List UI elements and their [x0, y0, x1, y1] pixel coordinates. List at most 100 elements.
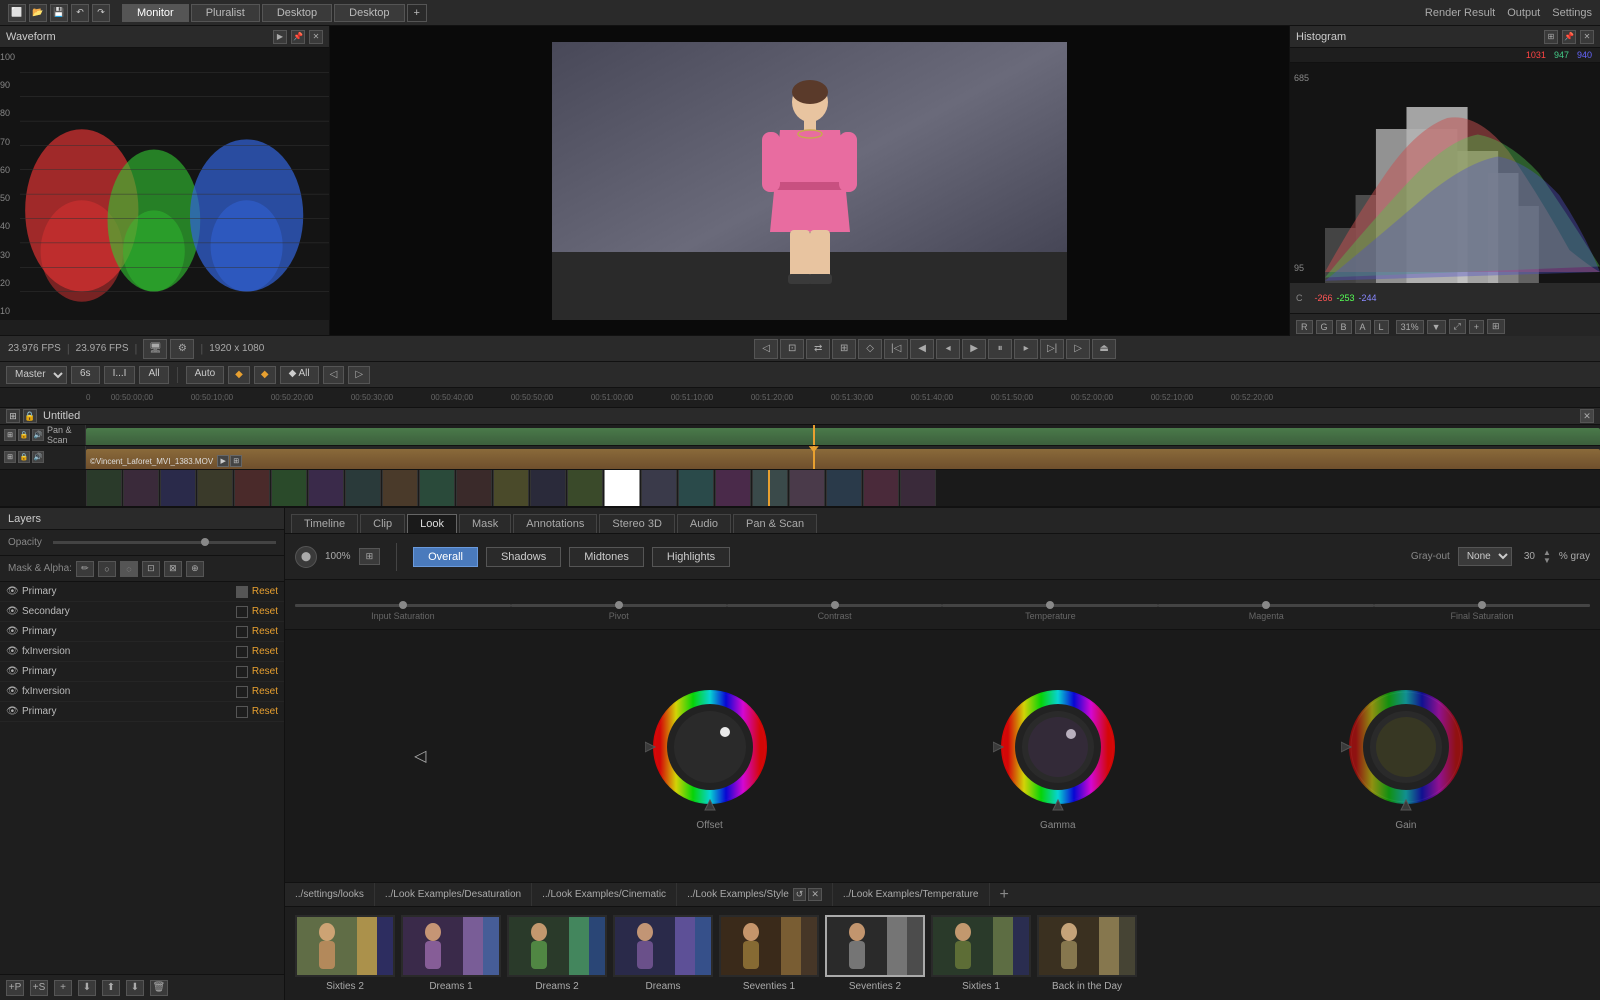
- track-visibility-1[interactable]: ⊞: [4, 429, 16, 441]
- track-content-pan-scan[interactable]: [86, 425, 1600, 445]
- look-tab-add[interactable]: +: [990, 884, 1019, 906]
- color-scope-icon[interactable]: ⬤: [295, 546, 317, 568]
- layer-item-0[interactable]: 👁 Primary Reset: [0, 582, 284, 602]
- layer-check-1[interactable]: [236, 606, 248, 618]
- tab-monitor[interactable]: Monitor: [122, 4, 189, 22]
- layer-check-0[interactable]: [236, 586, 248, 598]
- move-down-btn[interactable]: ⬇: [126, 980, 144, 996]
- layer-check-6[interactable]: [236, 706, 248, 718]
- tab-desktop-1[interactable]: Desktop: [262, 4, 332, 22]
- pb-end-btn[interactable]: ◇: [858, 339, 882, 359]
- look-tab-cinematic[interactable]: ../Look Examples/Cinematic: [532, 883, 677, 907]
- look-tab-temperature[interactable]: ../Look Examples/Temperature: [833, 883, 990, 907]
- pb-mark-in-btn[interactable]: ◁: [754, 339, 778, 359]
- pb-prev-marker[interactable]: |◁: [884, 339, 908, 359]
- layer-reset-5[interactable]: Reset: [252, 686, 278, 697]
- all-marks-btn[interactable]: ◆ All: [280, 366, 319, 384]
- render-result-link[interactable]: Render Result: [1425, 7, 1495, 19]
- layer-item-3[interactable]: 👁 fxInversion Reset: [0, 642, 284, 662]
- tab-pan-scan[interactable]: Pan & Scan: [733, 514, 817, 533]
- temperature-track[interactable]: [942, 604, 1158, 607]
- hist-zoom-select[interactable]: 31%: [1396, 320, 1424, 334]
- move-up-btn[interactable]: ⬆: [102, 980, 120, 996]
- track-audio-1[interactable]: 🔊: [32, 429, 44, 441]
- track-lock-1[interactable]: 🔒: [18, 429, 30, 441]
- layer-check-3[interactable]: [236, 646, 248, 658]
- tab-stereo3d[interactable]: Stereo 3D: [599, 514, 675, 533]
- look-item-dreams1[interactable]: Dreams 1: [401, 915, 501, 992]
- mask-btn-5[interactable]: ⊠: [164, 561, 182, 577]
- mask-btn-2[interactable]: ○: [98, 561, 116, 577]
- import-btn[interactable]: ⬇: [78, 980, 96, 996]
- magenta-track[interactable]: [1158, 604, 1374, 607]
- midtones-btn[interactable]: Midtones: [569, 547, 644, 567]
- add-btn[interactable]: +: [54, 980, 72, 996]
- layer-reset-3[interactable]: Reset: [252, 646, 278, 657]
- add-p-btn[interactable]: +P: [6, 980, 24, 996]
- final-sat-track[interactable]: [1374, 604, 1590, 607]
- scope-grid-btn[interactable]: ⊞: [359, 548, 381, 565]
- pb-jump-end[interactable]: ▷: [1066, 339, 1090, 359]
- diamond-btn[interactable]: ◆: [228, 366, 250, 384]
- pb-next-marker[interactable]: ▷|: [1040, 339, 1064, 359]
- diamond2-btn[interactable]: ◆: [254, 366, 276, 384]
- pb-step-back-btn[interactable]: ◀: [910, 339, 934, 359]
- settings-link[interactable]: Settings: [1552, 7, 1592, 19]
- hist-r-btn[interactable]: R: [1296, 320, 1313, 334]
- tab-audio[interactable]: Audio: [677, 514, 731, 533]
- layer-reset-0[interactable]: Reset: [252, 586, 278, 597]
- pb-match-btn[interactable]: ⊞: [832, 339, 856, 359]
- wheel-gain-svg[interactable]: [1341, 682, 1471, 812]
- look-item-sixties1[interactable]: Sixties 1: [931, 915, 1031, 992]
- waveform-play-btn[interactable]: ▶: [273, 30, 287, 44]
- all-btn[interactable]: All: [139, 366, 168, 384]
- prev-btn[interactable]: ◁: [323, 366, 345, 384]
- hist-grid-btn[interactable]: ⊞: [1487, 319, 1505, 334]
- tab-look[interactable]: Look: [407, 514, 457, 533]
- layer-item-2[interactable]: 👁 Primary Reset: [0, 622, 284, 642]
- contrast-track[interactable]: [727, 604, 943, 607]
- hist-expand2-btn[interactable]: ⤢: [1449, 319, 1466, 334]
- pb-fwd-frame[interactable]: ▸: [1014, 339, 1038, 359]
- waveform-close-btn[interactable]: ✕: [309, 30, 323, 44]
- add-s-btn[interactable]: +S: [30, 980, 48, 996]
- mask-btn-4[interactable]: ⊡: [142, 561, 160, 577]
- wheels-prev-btn[interactable]: ◁: [414, 746, 426, 766]
- layer-item-6[interactable]: 👁 Primary Reset: [0, 702, 284, 722]
- look-tab-settings[interactable]: ../settings/looks: [285, 883, 375, 907]
- settings-small-icon[interactable]: ⚙: [170, 339, 194, 359]
- look-item-dreams2[interactable]: Dreams 2: [507, 915, 607, 992]
- layer-item-1[interactable]: 👁 Secondary Reset: [0, 602, 284, 622]
- hist-close-btn[interactable]: ✕: [1580, 30, 1594, 44]
- mask-btn-3[interactable]: ◌: [120, 561, 138, 577]
- input-sat-track[interactable]: [295, 604, 511, 607]
- hist-b-btn[interactable]: B: [1336, 320, 1352, 334]
- look-item-back-in-the-day[interactable]: Back in the Day: [1037, 915, 1137, 992]
- tab-desktop-2[interactable]: Desktop: [334, 4, 404, 22]
- layer-check-4[interactable]: [236, 666, 248, 678]
- gray-out-select[interactable]: None: [1458, 547, 1512, 566]
- percent-stepper[interactable]: ▲ ▼: [1543, 549, 1551, 565]
- look-item-seventies1[interactable]: Seventies 1: [719, 915, 819, 992]
- layer-item-5[interactable]: 👁 fxInversion Reset: [0, 682, 284, 702]
- track-content-video[interactable]: ©Vincent_Laforet_MVI_1383.MOV ▶ ⊞: [86, 446, 1600, 468]
- track-lock-2[interactable]: 🔒: [18, 451, 30, 463]
- layer-reset-6[interactable]: Reset: [252, 706, 278, 717]
- next-btn[interactable]: ▷: [348, 366, 370, 384]
- delete-layer-btn[interactable]: 🗑: [150, 980, 168, 996]
- duration-btn[interactable]: 6s: [71, 366, 100, 384]
- pb-export-btn[interactable]: ⏏: [1092, 339, 1116, 359]
- layer-check-5[interactable]: [236, 686, 248, 698]
- hist-a-btn[interactable]: A: [1355, 320, 1371, 334]
- look-tab-style-close[interactable]: ✕: [808, 888, 822, 901]
- hist-l-btn[interactable]: L: [1374, 320, 1389, 334]
- tab-clip[interactable]: Clip: [360, 514, 405, 533]
- pb-back-frame[interactable]: ◂: [936, 339, 960, 359]
- hist-expand-btn[interactable]: ⊞: [1544, 30, 1558, 44]
- mask-btn-1[interactable]: ✏: [76, 561, 94, 577]
- pb-swap-btn[interactable]: ⇄: [806, 339, 830, 359]
- tab-annotations[interactable]: Annotations: [513, 514, 597, 533]
- new-icon[interactable]: ⬜: [8, 4, 26, 22]
- output-link[interactable]: Output: [1507, 7, 1540, 19]
- save-icon[interactable]: 💾: [50, 4, 68, 22]
